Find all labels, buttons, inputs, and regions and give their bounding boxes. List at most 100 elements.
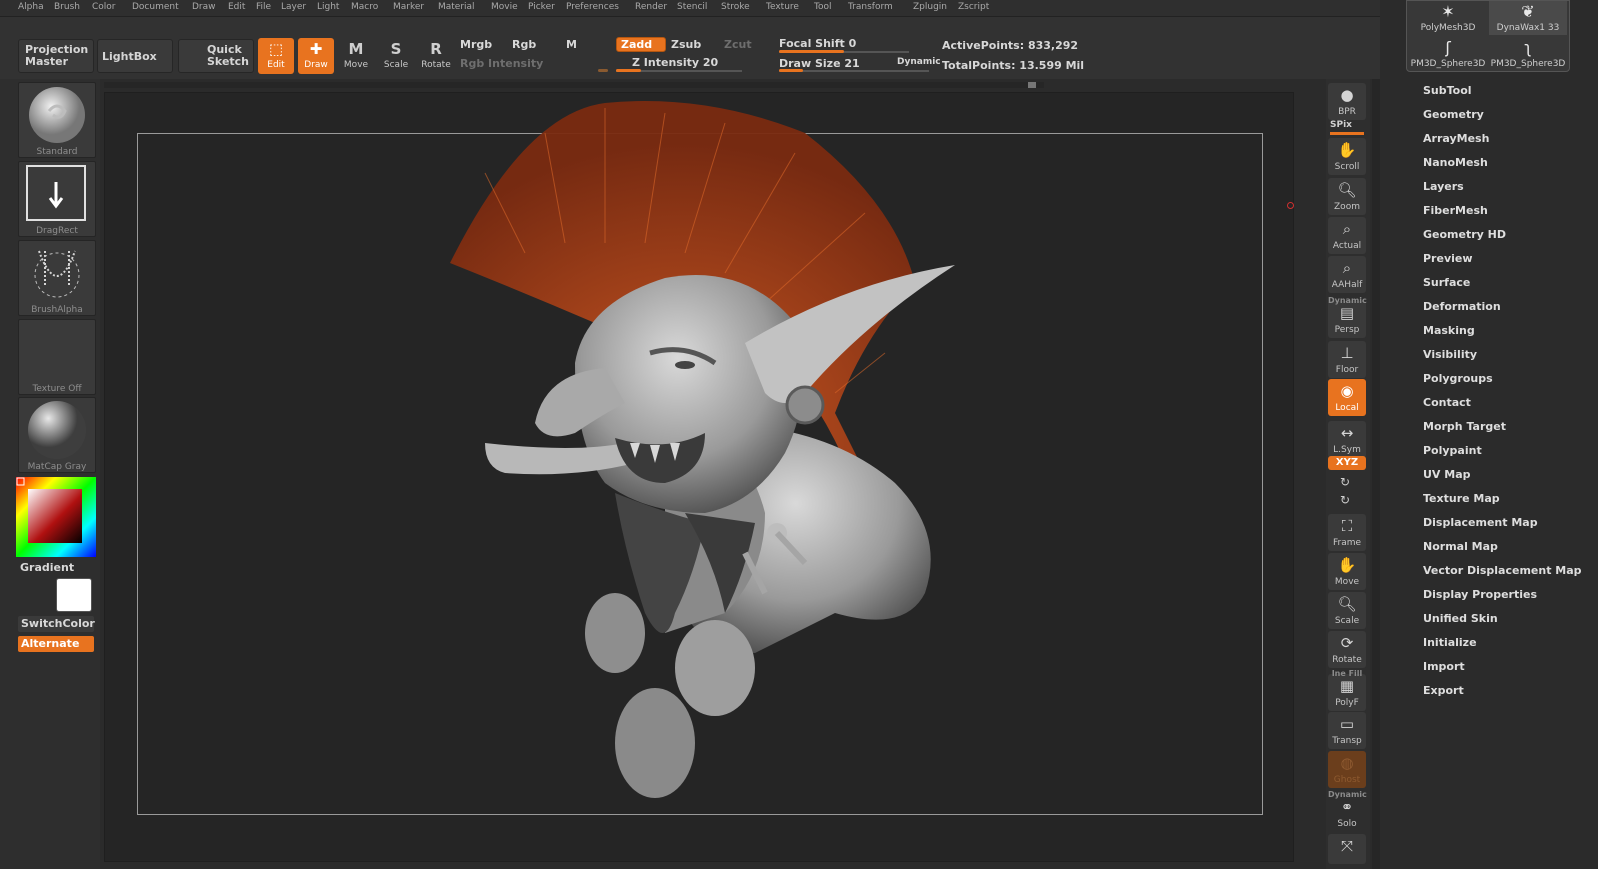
palette-polypaint[interactable]: Polypaint [1423,444,1482,457]
scale-view-button[interactable]: 🔍︎ Scale [1328,592,1366,629]
menu-zscript[interactable]: Zscript [958,2,989,12]
palette-vector-displacement-map[interactable]: Vector Displacement Map [1423,564,1582,577]
gradient-label[interactable]: Gradient [20,561,74,574]
menu-tool[interactable]: Tool [814,2,831,12]
transp-button[interactable]: ▭ Transp [1328,712,1366,749]
palette-uv-map[interactable]: UV Map [1423,468,1471,481]
brush-selector[interactable]: Standard [18,82,96,158]
tool-pm3d-sphere-2[interactable]: ʅ PM3D_Sphere3D [1489,37,1567,71]
lsym-button[interactable]: ↔ L.Sym [1328,421,1366,458]
move-view-button[interactable]: ✋ Move [1328,553,1366,590]
edit-mode-button[interactable]: ⬚ Edit [258,38,294,74]
scroll-button[interactable]: ✋ Scroll [1328,138,1366,175]
document-canvas[interactable] [104,92,1294,862]
menu-zplugin[interactable]: Zplugin [913,2,947,12]
projection-master-button[interactable]: Projection Master [18,39,94,73]
menu-edit[interactable]: Edit [228,2,245,12]
texture-selector[interactable]: Texture Off [18,319,96,395]
menu-preferences[interactable]: Preferences [566,2,619,12]
bpr-render-button[interactable]: ● BPR [1328,83,1366,120]
local-button[interactable]: ◉ Local [1328,379,1366,416]
alpha-selector[interactable]: BrushAlpha [18,240,96,316]
persp-button[interactable]: Dynamic ▤ Persp [1328,296,1367,338]
rotate-mode-button[interactable]: R Rotate [418,38,454,74]
palette-layers[interactable]: Layers [1423,180,1464,193]
palette-import[interactable]: Import [1423,660,1465,673]
menu-render[interactable]: Render [635,2,667,12]
rgb-intensity-slider-label[interactable]: Rgb Intensity [460,57,543,70]
frame-button[interactable]: ⛶ Frame [1328,514,1366,551]
focal-shift-slider-label[interactable]: Focal Shift 0 [779,37,856,50]
tool-polymesh3d[interactable]: ✶ PolyMesh3D [1409,1,1487,35]
material-selector[interactable]: MatCap Gray [18,397,96,473]
palette-contact[interactable]: Contact [1423,396,1471,409]
menu-macro[interactable]: Macro [351,2,378,12]
dynamic-toggle[interactable]: Dynamic [897,57,941,67]
rotate-view-button[interactable]: ⟳ Rotate [1328,631,1366,668]
palette-arraymesh[interactable]: ArrayMesh [1423,132,1489,145]
palette-displacement-map[interactable]: Displacement Map [1423,516,1538,529]
palette-geometry[interactable]: Geometry [1423,108,1484,121]
menu-movie[interactable]: Movie [491,2,518,12]
menu-texture[interactable]: Texture [766,2,799,12]
m-button[interactable]: M [566,38,577,51]
secondary-color-swatch[interactable] [56,578,92,612]
stroke-selector[interactable]: DragRect [18,161,96,237]
scale-mode-button[interactable]: S Scale [378,38,414,74]
spix-slider-fill[interactable] [1330,132,1364,135]
rotate-z-icon[interactable]: ↻ [1340,493,1350,507]
palette-polygroups[interactable]: Polygroups [1423,372,1493,385]
palette-initialize[interactable]: Initialize [1423,636,1477,649]
menu-draw[interactable]: Draw [192,2,216,12]
menu-brush[interactable]: Brush [54,2,80,12]
menu-stencil[interactable]: Stencil [677,2,707,12]
palette-visibility[interactable]: Visibility [1423,348,1477,361]
palette-morph-target[interactable]: Morph Target [1423,420,1506,433]
lightbox-button[interactable]: LightBox [97,39,173,73]
palette-divider[interactable] [1372,79,1380,869]
palette-surface[interactable]: Surface [1423,276,1470,289]
zoom-button[interactable]: 🔍︎ Zoom [1328,178,1366,215]
palette-export[interactable]: Export [1423,684,1464,697]
palette-texture-map[interactable]: Texture Map [1423,492,1500,505]
zcut-button[interactable]: Zcut [724,38,752,51]
menu-document[interactable]: Document [132,2,179,12]
quick-sketch-button[interactable]: Quick Sketch [178,39,254,73]
rgb-intensity-slider-fill[interactable] [598,69,608,72]
menu-marker[interactable]: Marker [393,2,424,12]
palette-nanomesh[interactable]: NanoMesh [1423,156,1488,169]
menu-light[interactable]: Light [317,2,339,12]
ghost-button[interactable]: ◍ Ghost [1328,751,1366,788]
floor-button[interactable]: ⊥ Floor [1328,341,1366,378]
actual-button[interactable]: ⌕ Actual [1328,217,1366,254]
switch-color-button[interactable]: SwitchColor [18,616,95,632]
menu-material[interactable]: Material [438,2,475,12]
menu-alpha[interactable]: Alpha [18,2,44,12]
aahalf-button[interactable]: ⌕ AAHalf [1328,256,1366,293]
palette-deformation[interactable]: Deformation [1423,300,1501,313]
polyf-button[interactable]: Ine Fill ▦ PolyF [1328,669,1366,711]
menu-stroke[interactable]: Stroke [721,2,750,12]
palette-display-properties[interactable]: Display Properties [1423,588,1537,601]
menu-picker[interactable]: Picker [528,2,555,12]
rgb-button[interactable]: Rgb [512,38,536,51]
palette-geometry-hd[interactable]: Geometry HD [1423,228,1506,241]
move-mode-button[interactable]: M Move [338,38,374,74]
palette-unified-skin[interactable]: Unified Skin [1423,612,1498,625]
tool-dynawax[interactable]: ❦ DynaWax1 33 [1489,1,1567,35]
xpose-button[interactable]: ⤧ [1328,834,1366,864]
spix-slider-label[interactable]: SPix [1330,120,1352,130]
menu-transform[interactable]: Transform [848,2,893,12]
z-intensity-slider-label[interactable]: Z Intensity 20 [632,56,718,69]
menu-color[interactable]: Color [92,2,116,12]
scrollbar-thumb[interactable] [1028,82,1036,88]
palette-fibermesh[interactable]: FiberMesh [1423,204,1488,217]
solo-button[interactable]: Dynamic ⚭ Solo [1328,790,1367,832]
alternate-button[interactable]: Alternate [18,636,94,652]
palette-normal-map[interactable]: Normal Map [1423,540,1498,553]
color-picker[interactable] [16,477,96,557]
zadd-button[interactable]: Zadd [616,37,666,52]
palette-masking[interactable]: Masking [1423,324,1475,337]
palette-subtool[interactable]: SubTool [1423,84,1472,97]
mrgb-button[interactable]: Mrgb [460,38,492,51]
